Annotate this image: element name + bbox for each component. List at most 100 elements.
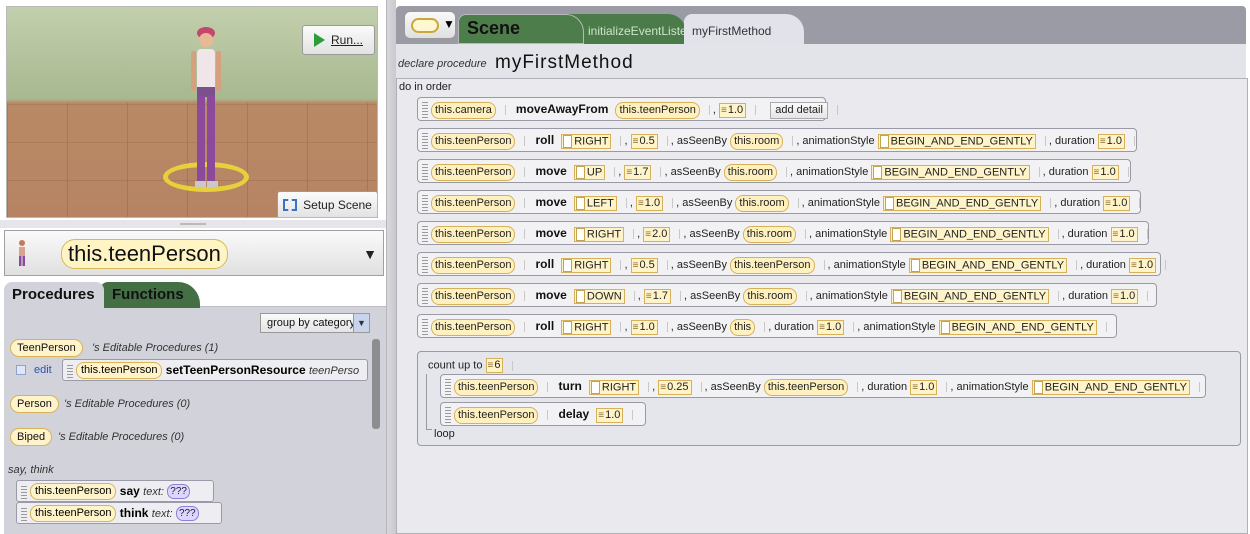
say-tile[interactable]: this.teenPerson say text: ???: [16, 480, 214, 502]
procedure-checkbox[interactable]: [16, 365, 26, 375]
statement-move-away[interactable]: this.camera moveAwayFrom this.teenPerson…: [417, 97, 838, 121]
edit-link[interactable]: edit: [34, 364, 52, 376]
stmt-as-seen-by[interactable]: this.teenPerson: [763, 378, 849, 396]
think-tile[interactable]: this.teenPerson think text: ???: [16, 502, 222, 524]
method-header: declare procedure myFirstMethod: [396, 44, 1246, 76]
stmt-amount[interactable]: 1.7: [624, 164, 652, 180]
stmt-target[interactable]: this.teenPerson: [431, 163, 516, 181]
stmt-animation-style[interactable]: BEGIN_AND_END_GENTLY: [883, 195, 1042, 211]
statement-roll-this[interactable]: this.teenPerson roll RIGHT, 1.0 , asSeenB…: [417, 314, 1117, 338]
stmt-duration[interactable]: 1.0: [1129, 257, 1157, 273]
stmt-as-seen-by[interactable]: this.room: [742, 225, 796, 243]
stmt-amount[interactable]: 0.5: [630, 257, 658, 273]
vertical-splitter[interactable]: [386, 0, 396, 534]
method-name: myFirstMethod: [495, 52, 634, 73]
statement-move-up[interactable]: this.teenPerson move UP, 1.7 , asSeenBy t…: [417, 159, 1131, 183]
stmt-target[interactable]: this.teenPerson: [454, 378, 539, 396]
statement-roll-self[interactable]: this.teenPerson roll RIGHT, 0.5 , asSeenB…: [417, 252, 1167, 276]
stmt-target[interactable]: this.teenPerson: [431, 256, 516, 274]
run-button[interactable]: Run...: [302, 25, 375, 55]
stmt-target[interactable]: this.camera: [431, 101, 496, 119]
palette-scrollbar[interactable]: [372, 339, 380, 429]
stmt-as-seen-by[interactable]: this: [730, 318, 756, 336]
stmt-duration[interactable]: 1.0: [1110, 226, 1138, 242]
loop-count[interactable]: 6: [485, 358, 504, 373]
group-by-select[interactable]: group by category ▼: [260, 313, 370, 333]
stmt-number[interactable]: 1.0: [719, 102, 747, 118]
stmt-direction[interactable]: RIGHT: [561, 257, 612, 273]
chevron-down-icon[interactable]: ▼: [360, 239, 380, 269]
stmt-amount[interactable]: 1.0: [635, 195, 664, 211]
stmt-animation-style[interactable]: BEGIN_AND_END_GENTLY: [1031, 379, 1190, 395]
drag-grip-icon: [422, 288, 428, 305]
statement-roll[interactable]: this.teenPerson roll RIGHT, 0.5 , asSeenB…: [417, 128, 1137, 152]
stmt-direction[interactable]: DOWN: [573, 288, 625, 304]
stmt-animation-style[interactable]: BEGIN_AND_END_GENTLY: [890, 288, 1050, 304]
stmt-target[interactable]: this.teenPerson: [454, 406, 539, 424]
statement-move-down[interactable]: this.teenPerson move DOWN, 1.7 , asSeenBy…: [417, 283, 1157, 307]
statement-delay[interactable]: this.teenPerson delay 1.0: [440, 402, 646, 426]
think-value[interactable]: ???: [175, 506, 199, 522]
stmt-direction[interactable]: RIGHT: [573, 226, 625, 242]
object-selector[interactable]: this.teenPerson ▼: [4, 230, 384, 276]
stmt-duration[interactable]: 1.0: [1111, 288, 1139, 304]
stmt-direction[interactable]: LEFT: [573, 195, 617, 211]
stmt-direction[interactable]: UP: [573, 164, 606, 180]
stmt-duration[interactable]: 1.0: [1091, 164, 1119, 180]
class-biped[interactable]: Biped: [10, 428, 53, 446]
stmt-direction[interactable]: RIGHT: [561, 319, 612, 335]
stmt-amount[interactable]: 1.0: [630, 319, 658, 335]
stmt-amount[interactable]: 2.0: [643, 226, 671, 242]
stmt-animation-style[interactable]: BEGIN_AND_END_GENTLY: [938, 319, 1097, 335]
tab-functions[interactable]: Functions: [100, 282, 200, 308]
stmt-direction[interactable]: RIGHT: [588, 379, 640, 395]
horizontal-splitter[interactable]: [0, 220, 390, 228]
stmt-as-seen-by[interactable]: this.room: [723, 163, 778, 181]
stmt-duration[interactable]: 1.0: [1103, 195, 1131, 211]
stmt-target[interactable]: this.teenPerson: [431, 194, 516, 212]
stmt-duration[interactable]: 1.0: [1097, 133, 1125, 149]
stmt-as-seen-by[interactable]: this.teenPerson: [730, 256, 815, 274]
tab-my-first-method[interactable]: myFirstMethod: [684, 14, 804, 44]
tab-scene[interactable]: Scene: [458, 14, 584, 44]
drag-grip-icon: [21, 506, 27, 521]
stmt-target[interactable]: this.teenPerson: [431, 318, 516, 336]
type-selector[interactable]: ▼: [404, 11, 456, 39]
statement-move-right[interactable]: this.teenPerson move RIGHT, 2.0 , asSeenB…: [417, 221, 1149, 245]
tab-procedures[interactable]: Procedures: [4, 282, 104, 308]
stmt-target[interactable]: this.teenPerson: [431, 132, 516, 150]
stmt-direction[interactable]: RIGHT: [561, 133, 612, 149]
say-value[interactable]: ???: [167, 484, 190, 500]
stmt-arg[interactable]: this.teenPerson: [615, 101, 700, 119]
stmt-amount[interactable]: 1.7: [643, 288, 672, 304]
stmt-target[interactable]: this.teenPerson: [431, 287, 516, 305]
stmt-method: roll: [535, 133, 555, 147]
set-resource-tile[interactable]: this.teenPerson setTeenPersonResource te…: [62, 359, 368, 381]
stmt-duration-label: , duration: [1062, 290, 1109, 302]
count-loop-block[interactable]: count up to 6 this.teenPerson turn RIGHT…: [417, 351, 1241, 446]
scene-view[interactable]: Run... Setup Scene: [6, 6, 378, 218]
teen-person-figure[interactable]: [181, 25, 231, 191]
statement-move-left[interactable]: this.teenPerson move LEFT, 1.0 , asSeenBy…: [417, 190, 1141, 214]
stmt-animation-style[interactable]: BEGIN_AND_END_GENTLY: [908, 257, 1068, 273]
stmt-target[interactable]: this.teenPerson: [431, 225, 516, 243]
stmt-as-seen-by[interactable]: this.room: [730, 132, 784, 150]
drag-grip-icon: [422, 164, 428, 181]
stmt-animation-style[interactable]: BEGIN_AND_END_GENTLY: [871, 164, 1030, 180]
class-biped-label: 's Editable Procedures (0): [58, 431, 185, 443]
do-in-order-block[interactable]: do in order this.camera moveAwayFrom thi…: [396, 78, 1248, 534]
stmt-amount[interactable]: 0.25: [658, 379, 692, 395]
stmt-as-seen-by[interactable]: this.room: [735, 194, 789, 212]
setup-scene-button[interactable]: Setup Scene: [277, 191, 377, 217]
stmt-animation-style[interactable]: BEGIN_AND_END_GENTLY: [890, 226, 1049, 242]
stmt-amount[interactable]: 1.0: [596, 407, 624, 423]
class-person[interactable]: Person: [10, 395, 59, 413]
stmt-as-seen-by[interactable]: this.room: [743, 287, 797, 305]
class-teenperson[interactable]: TeenPerson: [10, 339, 83, 357]
stmt-amount[interactable]: 0.5: [630, 133, 658, 149]
stmt-animation-style[interactable]: BEGIN_AND_END_GENTLY: [877, 133, 1036, 149]
add-detail-button[interactable]: add detail: [770, 101, 828, 119]
stmt-duration[interactable]: 1.0: [910, 379, 938, 395]
stmt-duration[interactable]: 1.0: [817, 319, 845, 335]
statement-turn[interactable]: this.teenPerson turn RIGHT, 0.25 , asSeen…: [440, 374, 1206, 398]
